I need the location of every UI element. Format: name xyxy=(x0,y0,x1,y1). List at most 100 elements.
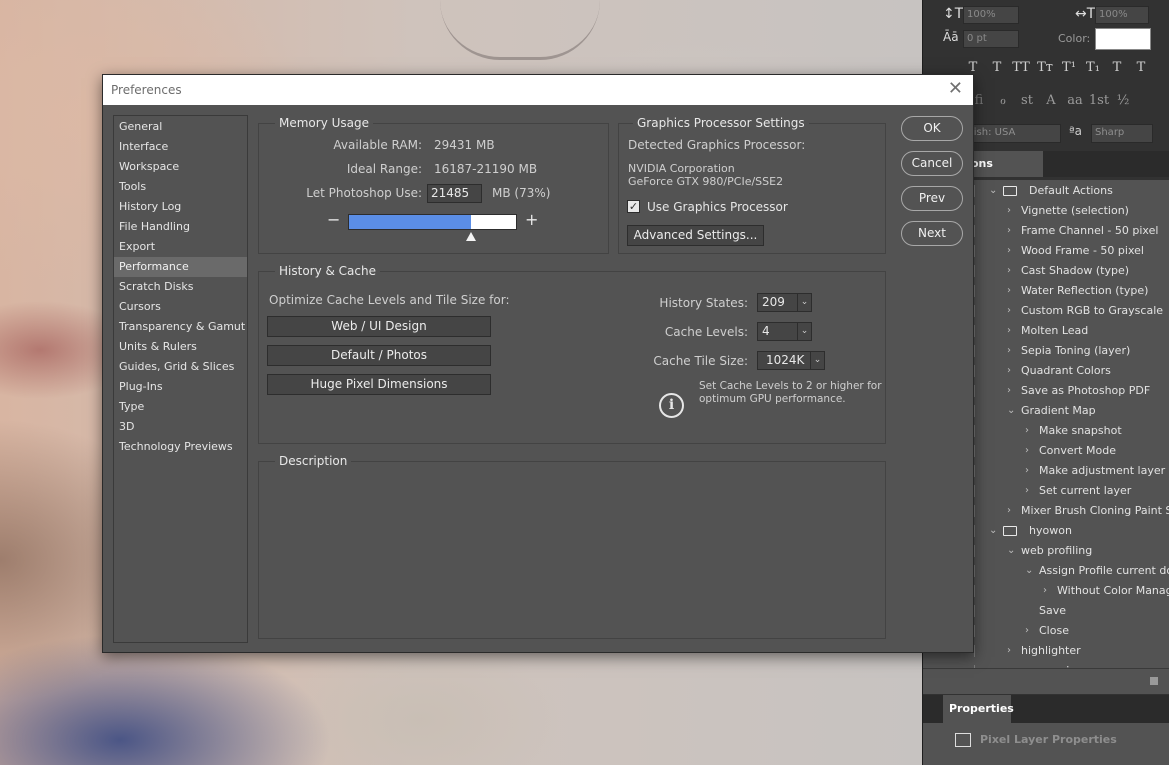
type-style-icon[interactable]: T¹ xyxy=(1057,60,1081,75)
preset-button-default-photos[interactable]: Default / Photos xyxy=(267,345,491,366)
decrease-memory-button[interactable]: − xyxy=(327,210,340,229)
nav-item-performance[interactable]: Performance xyxy=(114,257,247,277)
cache-tile-size-dropdown[interactable]: 1024K ⌄ xyxy=(757,351,825,370)
chevron-right-icon[interactable]: › xyxy=(1007,281,1011,301)
cache-tile-size-label: Cache Tile Size: xyxy=(653,354,748,368)
chevron-right-icon[interactable]: › xyxy=(1043,581,1047,601)
chevron-down-icon[interactable]: ⌄ xyxy=(989,521,997,541)
type-style-icon[interactable]: T xyxy=(1129,60,1153,75)
nav-item-cursors[interactable]: Cursors xyxy=(114,297,247,317)
nav-item-technology-previews[interactable]: Technology Previews xyxy=(114,437,247,457)
type-style-icon[interactable]: T xyxy=(985,60,1009,75)
opentype-icon[interactable]: st xyxy=(1015,93,1039,108)
nav-item-3d[interactable]: 3D xyxy=(114,417,247,437)
gpu-model: GeForce GTX 980/PCIe/SSE2 xyxy=(628,175,784,188)
nav-item-history-log[interactable]: History Log xyxy=(114,197,247,217)
gpu-settings-title: Graphics Processor Settings xyxy=(633,116,809,130)
nav-item-workspace[interactable]: Workspace xyxy=(114,157,247,177)
cache-levels-value: 4 xyxy=(762,324,770,338)
chevron-right-icon[interactable]: › xyxy=(1025,461,1029,481)
close-icon[interactable]: ✕ xyxy=(948,79,963,99)
baseline-shift-field[interactable]: 0 pt xyxy=(963,30,1019,48)
nav-item-scratch-disks[interactable]: Scratch Disks xyxy=(114,277,247,297)
history-states-dropdown[interactable]: 209 ⌄ xyxy=(757,293,812,312)
cancel-button[interactable]: Cancel xyxy=(901,151,963,176)
chevron-right-icon[interactable]: › xyxy=(1007,381,1011,401)
history-cache-title: History & Cache xyxy=(275,264,380,278)
nav-item-interface[interactable]: Interface xyxy=(114,137,247,157)
leading-field[interactable]: 100% xyxy=(963,6,1019,24)
cache-levels-dropdown[interactable]: 4 ⌄ xyxy=(757,322,812,341)
nav-item-file-handling[interactable]: File Handling xyxy=(114,217,247,237)
chevron-down-icon[interactable]: ⌄ xyxy=(1007,541,1015,561)
nav-item-transparency-gamut[interactable]: Transparency & Gamut xyxy=(114,317,247,337)
prev-button[interactable]: Prev xyxy=(901,186,963,211)
chevron-right-icon[interactable]: › xyxy=(1025,441,1029,461)
chevron-right-icon[interactable]: › xyxy=(1025,621,1029,641)
opentype-icon[interactable]: ℴ xyxy=(991,93,1015,108)
available-ram-label: Available RAM: xyxy=(333,138,422,152)
nav-item-units-rulers[interactable]: Units & Rulers xyxy=(114,337,247,357)
nav-item-export[interactable]: Export xyxy=(114,237,247,257)
chevron-right-icon[interactable]: › xyxy=(1007,641,1011,661)
opentype-icon[interactable]: aa xyxy=(1063,93,1087,108)
chevron-right-icon[interactable]: › xyxy=(1007,301,1011,321)
history-states-label: History States: xyxy=(659,296,748,310)
preset-button-huge-pixel-dimensions[interactable]: Huge Pixel Dimensions xyxy=(267,374,491,395)
gpu-vendor: NVIDIA Corporation xyxy=(628,162,735,175)
chevron-right-icon[interactable]: › xyxy=(1007,321,1011,341)
action-item[interactable]: › save as jpeg xyxy=(923,661,1169,668)
type-style-icon[interactable]: Tт xyxy=(1033,60,1057,75)
cache-tile-size-value: 1024K xyxy=(766,353,805,367)
chevron-right-icon[interactable]: › xyxy=(1007,261,1011,281)
vertical-scale-field[interactable]: 100% xyxy=(1095,6,1149,24)
nav-item-guides-grid-slices[interactable]: Guides, Grid & Slices xyxy=(114,357,247,377)
chevron-right-icon[interactable]: › xyxy=(1007,221,1011,241)
type-style-icon[interactable]: T xyxy=(1105,60,1129,75)
chevron-down-icon[interactable]: ⌄ xyxy=(1007,401,1015,421)
action-label: hyowon xyxy=(1029,524,1072,537)
chevron-right-icon[interactable]: › xyxy=(1025,421,1029,441)
tab-properties[interactable]: Properties xyxy=(943,695,1014,723)
chevron-right-icon[interactable]: › xyxy=(1007,201,1011,221)
next-button[interactable]: Next xyxy=(901,221,963,246)
nav-item-type[interactable]: Type xyxy=(114,397,247,417)
chevron-right-icon[interactable]: › xyxy=(1025,481,1029,501)
nav-item-general[interactable]: General xyxy=(114,117,247,137)
tab-actions[interactable]: ons xyxy=(967,151,1043,177)
chevron-down-icon[interactable]: ⌄ xyxy=(1025,561,1033,581)
preset-button-web-ui-design[interactable]: Web / UI Design xyxy=(267,316,491,337)
chevron-right-icon[interactable]: › xyxy=(1007,661,1011,668)
use-gpu-checkbox[interactable]: ✓ xyxy=(627,200,640,213)
nav-item-tools[interactable]: Tools xyxy=(114,177,247,197)
chevron-right-icon[interactable]: › xyxy=(1007,341,1011,361)
chevron-right-icon[interactable]: › xyxy=(1007,361,1011,381)
advanced-settings-button[interactable]: Advanced Settings... xyxy=(627,225,764,246)
opentype-icon[interactable]: 1st xyxy=(1087,93,1111,108)
language-dropdown[interactable]: lish: USA xyxy=(967,124,1061,143)
antialias-dropdown[interactable]: Sharp xyxy=(1091,124,1153,143)
memory-use-suffix: MB (73%) xyxy=(492,186,551,200)
memory-use-input[interactable]: 21485 xyxy=(427,184,482,203)
chevron-right-icon[interactable]: › xyxy=(1007,241,1011,261)
nav-item-plug-ins[interactable]: Plug-Ins xyxy=(114,377,247,397)
preferences-dialog: Preferences ✕ General Interface Workspace T… xyxy=(102,74,974,653)
text-color-swatch[interactable] xyxy=(1095,28,1151,50)
chevron-down-icon: ⌄ xyxy=(797,323,811,340)
panel-menu-icon[interactable] xyxy=(1150,677,1158,685)
chevron-down-icon[interactable]: ⌄ xyxy=(989,181,997,201)
ok-button[interactable]: OK xyxy=(901,116,963,141)
type-style-icon[interactable]: T₁ xyxy=(1081,60,1105,75)
action-label: Convert Mode xyxy=(1039,444,1116,457)
memory-slider-thumb[interactable] xyxy=(465,232,476,241)
type-style-icon[interactable]: TT xyxy=(1009,60,1033,75)
type-style-icon[interactable]: T xyxy=(961,60,985,75)
memory-slider-track[interactable] xyxy=(348,214,517,230)
opentype-icon[interactable]: A xyxy=(1039,93,1063,108)
action-label: Wood Frame - 50 pixel xyxy=(1021,244,1144,257)
chevron-right-icon[interactable]: › xyxy=(1007,501,1011,521)
leading-icon: ↕T xyxy=(943,6,964,22)
opentype-icon[interactable]: ½ xyxy=(1111,93,1135,108)
increase-memory-button[interactable]: + xyxy=(525,210,538,229)
action-label: Make adjustment layer xyxy=(1039,464,1166,477)
